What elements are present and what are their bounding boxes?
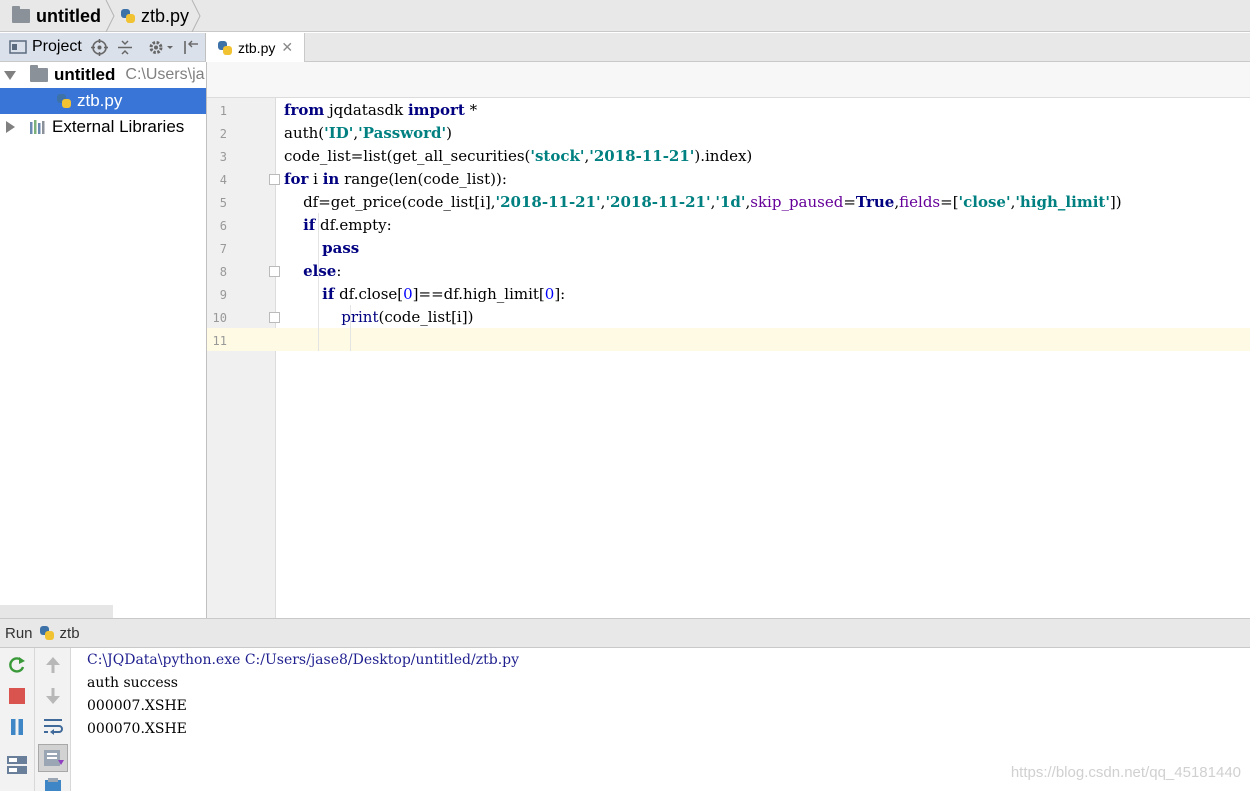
project-tree: untitled C:\Users\ja ztb.py External Lib… [0,62,207,618]
line-number: 7 [219,242,227,256]
editor-breadcrumb-bar [207,62,1250,98]
code-line-5: df=get_price(code_list[i],'2018-11-21','… [284,193,1122,211]
folder-icon [12,6,30,23]
run-toolbar [0,648,35,791]
soft-wrap-icon[interactable] [42,716,64,736]
breadcrumb-separator-icon [105,0,115,32]
line-number: 5 [219,196,227,210]
tree-file-name: ztb.py [77,91,123,110]
nav-project-name: untitled [36,5,101,26]
external-libraries-label: External Libraries [52,117,185,136]
line-number: 3 [219,150,227,164]
hide-panel-icon[interactable] [182,39,200,56]
code-line-10: print(code_list[i]) [341,308,474,326]
scroll-up-icon[interactable] [44,656,62,674]
run-panel-header: Run ztb [0,618,1250,648]
project-panel-header: Project [0,33,206,62]
collapse-all-icon[interactable] [117,39,133,56]
caret-row-highlight [276,328,1250,351]
run-label: Run [5,624,33,642]
code-line-8: else: [303,262,342,280]
console-line-command: C:\JQData\python.exe C:/Users/jase8/Desk… [87,652,520,668]
line-number: 2 [219,127,227,141]
tab-ztb-py[interactable]: ztb.py ✕ [207,33,305,62]
console-line: 000070.XSHE [87,721,187,737]
tree-item-root[interactable]: untitled C:\Users\ja [0,62,206,88]
stop-icon[interactable] [8,687,26,705]
nav-file-name: ztb.py [141,5,190,26]
close-tab-icon[interactable]: ✕ [281,39,293,56]
code-line-7: pass [322,239,360,257]
expanded-arrow-icon[interactable] [4,71,16,80]
library-icon [30,120,45,134]
line-number: 9 [219,288,227,302]
code-line-4: for i in range(len(code_list)): [284,170,507,188]
print-icon[interactable] [43,778,63,791]
code-line-6: if df.empty: [303,216,392,234]
watermark: https://blog.csdn.net/qq_45181440 [1010,764,1241,781]
python-file-icon [56,93,72,109]
gear-icon[interactable] [148,39,174,56]
line-number: 10 [212,311,227,325]
nav-crumb-file[interactable]: ztb.py [120,0,189,32]
scroll-from-source-icon[interactable] [91,39,108,56]
python-file-icon [120,8,136,24]
fold-marker-icon[interactable] [269,174,280,185]
scroll-to-end-toggle[interactable] [38,744,68,772]
collapsed-arrow-icon[interactable] [6,121,15,133]
scroll-down-icon[interactable] [44,687,62,705]
restore-layout-icon[interactable] [6,754,28,776]
python-run-icon [39,625,55,641]
code-line-2: auth('ID','Password') [284,124,452,142]
tree-item-ztb[interactable]: ztb.py [0,88,206,114]
nav-crumb-project[interactable]: untitled [12,0,101,32]
tab-label: ztb.py [238,39,276,56]
horizontal-scrollbar[interactable] [0,605,113,618]
line-number: 11 [212,334,227,348]
line-number: 8 [219,265,227,279]
root-name: untitled [54,65,116,84]
rerun-icon[interactable] [8,656,26,674]
console-toolbar [35,648,71,791]
code-line-3: code_list=list(get_all_securities('stock… [284,147,753,165]
code-line-9: if df.close[0]==df.high_limit[0]: [322,285,566,303]
code-line-1: from jqdatasdk import * [284,101,478,119]
console-line: 000007.XSHE [87,698,187,714]
python-file-icon [217,40,233,56]
root-path: C:\Users\ja [125,66,205,83]
scroll-to-end-icon [44,750,64,766]
fold-marker-icon[interactable] [269,266,280,277]
tree-item-external-libraries[interactable]: External Libraries [0,114,206,140]
line-number: 4 [219,173,227,187]
editor-tab-bar: ztb.py ✕ [207,33,1250,62]
run-config-name[interactable]: ztb [60,625,80,642]
console-line: auth success [87,675,178,691]
breadcrumb-separator-icon [191,0,201,32]
fold-marker-icon[interactable] [269,312,280,323]
project-view-icon [9,40,27,54]
line-number: 1 [219,104,227,118]
pause-icon[interactable] [8,718,26,736]
folder-icon [30,65,48,82]
project-panel-label[interactable]: Project [32,38,82,56]
navigation-bar: untitled ztb.py [0,0,1250,32]
line-number: 6 [219,219,227,233]
